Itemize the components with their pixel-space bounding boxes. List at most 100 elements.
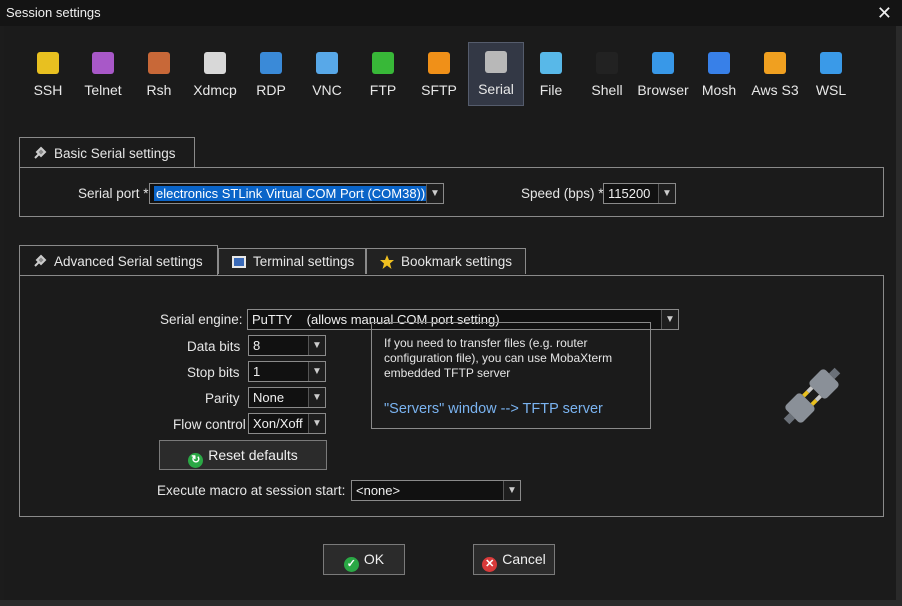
toolbar-button-mosh[interactable]: Mosh [692, 44, 746, 106]
toolbar-button-label: File [539, 82, 563, 98]
parity-value: None [253, 390, 285, 405]
toolbar-button-label: FTP [369, 82, 397, 98]
cancel-label: Cancel [502, 551, 546, 567]
tab-label: Basic Serial settings [54, 146, 176, 161]
stop-bits-label: Stop bits [187, 365, 240, 380]
toolbar-button-label: SSH [33, 82, 63, 98]
telnet-gem-icon [92, 52, 114, 74]
cancel-button[interactable]: ✕ Cancel [473, 544, 555, 575]
window-title: Session settings [6, 5, 101, 20]
plug-icon [34, 146, 47, 159]
aws-s3-cubes-icon [764, 52, 786, 74]
xdmcp-x-icon [204, 52, 226, 74]
serial-plug-icon [485, 51, 507, 73]
serial-connector-icon [783, 367, 841, 425]
check-icon: ✓ [343, 557, 359, 572]
rdp-monitor-icon [260, 52, 282, 74]
flow-control-label: Flow control [173, 417, 246, 432]
tab-terminal-settings[interactable]: Terminal settings [218, 248, 366, 274]
chevron-down-icon[interactable]: ▼ [658, 184, 675, 203]
toolbar-button-wsl[interactable]: WSL [804, 44, 858, 106]
background-edge [896, 26, 902, 606]
parity-label: Parity [205, 391, 240, 406]
toolbar-button-rsh[interactable]: Rsh [132, 44, 186, 106]
shell-terminal-icon [596, 52, 618, 74]
toolbar-button-label: Serial [478, 81, 514, 97]
sftp-globe-icon [428, 52, 450, 74]
data-bits-label: Data bits [187, 339, 241, 354]
tab-advanced-serial-settings[interactable]: Advanced Serial settings [19, 245, 218, 276]
vnc-screen-icon [316, 52, 338, 74]
tftp-info-box: If you need to transfer files (e.g. rout… [371, 322, 651, 429]
wsl-windows-icon [820, 52, 842, 74]
tab-label: Advanced Serial settings [54, 254, 203, 269]
speed-select[interactable]: 115200 ▼ [603, 183, 676, 204]
macro-select[interactable]: <none> ▼ [351, 480, 521, 501]
tab-label: Bookmark settings [401, 254, 513, 269]
serial-engine-label: Serial engine: [160, 312, 243, 327]
speed-label: Speed (bps) * [521, 186, 604, 201]
toolbar-button-vnc[interactable]: VNC [300, 44, 354, 106]
toolbar-button-label: Mosh [701, 82, 737, 98]
stop-bits-value: 1 [253, 364, 261, 379]
mosh-satellite-icon [708, 52, 730, 74]
tftp-info-text: If you need to transfer files (e.g. rout… [384, 336, 613, 380]
serial-port-value: electronics STLink Virtual COM Port (COM… [154, 186, 428, 201]
title-bar: Session settings ✕ [0, 0, 902, 26]
close-icon[interactable]: ✕ [877, 3, 892, 24]
chevron-down-icon[interactable]: ▼ [426, 184, 443, 203]
parity-select[interactable]: None ▼ [248, 387, 326, 408]
ssh-key-icon [37, 52, 59, 74]
chevron-down-icon[interactable]: ▼ [661, 310, 678, 329]
toolbar-button-sftp[interactable]: SFTP [412, 44, 466, 106]
toolbar-button-label: Telnet [84, 82, 122, 98]
ok-button[interactable]: ✓ OK [323, 544, 405, 575]
background-edge-bottom [0, 600, 902, 606]
stop-bits-select[interactable]: 1 ▼ [248, 361, 326, 382]
chevron-down-icon[interactable]: ▼ [308, 362, 325, 381]
ftp-globe-icon [372, 52, 394, 74]
toolbar-button-file[interactable]: File [524, 44, 578, 106]
cancel-x-icon: ✕ [482, 557, 498, 572]
toolbar-button-browser[interactable]: Browser [636, 44, 690, 106]
toolbar-button-label: Shell [591, 82, 623, 98]
serial-port-label: Serial port * [78, 186, 149, 201]
speed-value: 115200 [608, 186, 651, 201]
toolbar-button-ssh[interactable]: SSH [21, 44, 75, 106]
tab-bookmark-settings[interactable]: Bookmark settings [366, 248, 526, 274]
chevron-down-icon[interactable]: ▼ [308, 414, 325, 433]
toolbar-button-serial[interactable]: Serial [468, 42, 524, 106]
rsh-gear-icon [148, 52, 170, 74]
file-monitor-icon [540, 52, 562, 74]
serial-port-select[interactable]: electronics STLink Virtual COM Port (COM… [149, 183, 444, 204]
data-bits-value: 8 [253, 338, 261, 353]
toolbar-button-label: Aws S3 [751, 82, 799, 98]
macro-value: <none> [356, 483, 401, 498]
browser-globe-icon [652, 52, 674, 74]
tab-basic-serial-settings[interactable]: Basic Serial settings [19, 137, 195, 168]
tab-label: Terminal settings [253, 254, 355, 269]
reset-defaults-label: Reset defaults [208, 447, 298, 463]
data-bits-select[interactable]: 8 ▼ [248, 335, 326, 356]
ok-label: OK [363, 551, 385, 567]
toolbar-button-label: WSL [815, 82, 847, 98]
toolbar-button-shell[interactable]: Shell [580, 44, 634, 106]
toolbar-button-ftp[interactable]: FTP [356, 44, 410, 106]
toolbar-button-telnet[interactable]: Telnet [76, 44, 130, 106]
toolbar-button-label: VNC [312, 82, 342, 98]
tftp-server-link[interactable]: "Servers" window --> TFTP server [384, 401, 603, 417]
toolbar-button-label: Xdmcp [193, 82, 237, 98]
macro-label: Execute macro at session start: [157, 483, 346, 498]
plug-icon [34, 254, 47, 267]
chevron-down-icon[interactable]: ▼ [503, 481, 520, 500]
chevron-down-icon[interactable]: ▼ [308, 336, 325, 355]
toolbar-button-label: SFTP [421, 82, 457, 98]
toolbar-button-xdmcp[interactable]: Xdmcp [188, 44, 242, 106]
toolbar-button-aws-s3[interactable]: Aws S3 [748, 44, 802, 106]
refresh-icon: ↻ [188, 453, 204, 468]
reset-defaults-button[interactable]: ↻ Reset defaults [159, 440, 327, 470]
toolbar-button-rdp[interactable]: RDP [244, 44, 298, 106]
chevron-down-icon[interactable]: ▼ [308, 388, 325, 407]
toolbar-button-label: Rsh [146, 82, 172, 98]
flow-control-select[interactable]: Xon/Xoff ▼ [248, 413, 326, 434]
